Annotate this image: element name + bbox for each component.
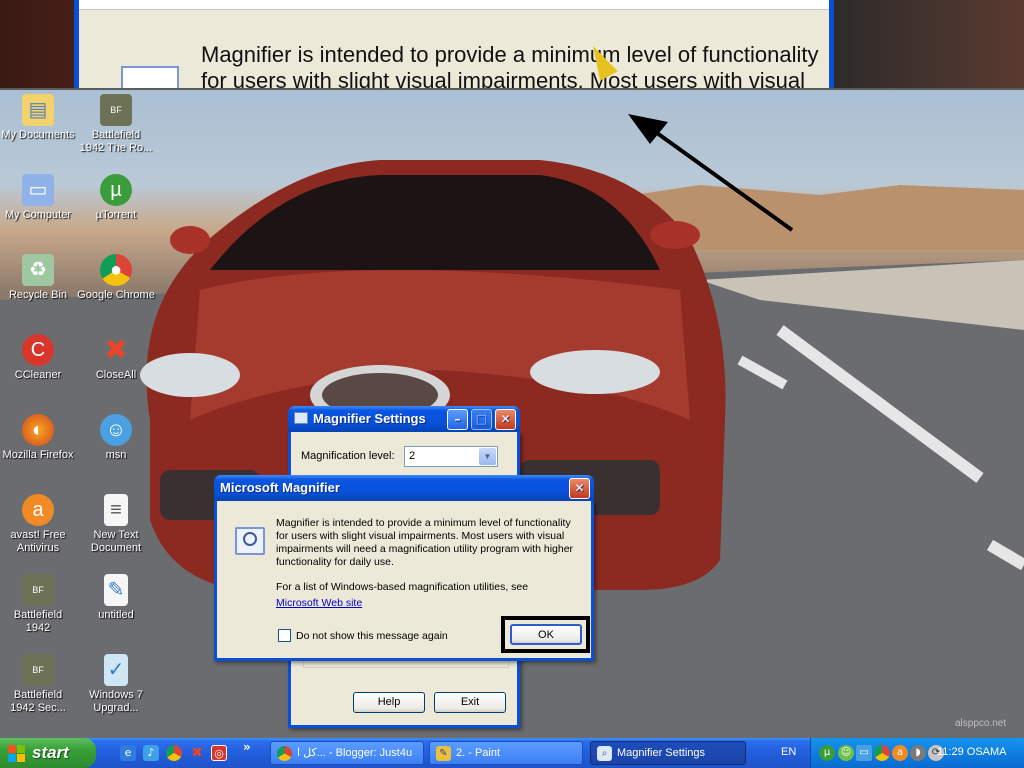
tray-utorrent-icon[interactable]: µ: [819, 745, 835, 761]
desktop-icon-recycle-bin[interactable]: ♻ Recycle Bin: [0, 254, 78, 302]
folder-documents-icon: ▤: [22, 94, 54, 126]
dialog-close-button[interactable]: ✕: [569, 478, 590, 499]
magnification-level-select[interactable]: 2 ▼: [404, 446, 498, 467]
dialog-message-text: Magnifier is intended to provide a minim…: [276, 517, 574, 568]
microsoft-magnifier-dialog: Microsoft Magnifier ✕ Magnifier is inten…: [214, 475, 594, 661]
tray-chrome-icon[interactable]: [874, 745, 890, 761]
magnifier-icon: ⌕: [597, 746, 612, 761]
windows-logo-icon: [8, 745, 25, 762]
battlefield-icon: BF: [22, 654, 54, 686]
dialog-list-text: For a list of Windows-based magnificatio…: [276, 581, 529, 593]
desktop-icon-avast[interactable]: a avast! Free Antivirus: [0, 494, 78, 555]
quicklaunch-media-icon[interactable]: ♪: [143, 745, 159, 761]
taskbar-item-paint[interactable]: ✎ 2. - Paint: [429, 741, 583, 765]
system-tray: µ ☺ ▭ a ◗ ⟳ 11:29 OSAMA: [810, 738, 1024, 768]
desktop-icon-google-chrome[interactable]: ● Google Chrome: [76, 254, 156, 302]
desktop-icon-my-documents[interactable]: ▤ My Documents: [0, 94, 78, 142]
text-document-icon: ≡: [104, 494, 128, 526]
desktop-icon-battlefield-1942[interactable]: BF Battlefield 1942: [0, 574, 78, 635]
recycle-bin-icon: ♻: [22, 254, 54, 286]
quicklaunch-overflow-button[interactable]: »: [243, 740, 251, 754]
desktop-icon-battlefield-road[interactable]: BF Battlefield 1942 The Ro...: [76, 94, 156, 155]
paint-icon: ✎: [436, 746, 451, 761]
battlefield-icon: BF: [100, 94, 132, 126]
minimize-button[interactable]: –: [447, 409, 468, 430]
annotation-arrow-icon: [628, 114, 794, 232]
closeall-icon: ✖: [104, 334, 128, 365]
ok-button[interactable]: OK: [510, 624, 582, 645]
desktop-icon-my-computer[interactable]: ▭ My Computer: [0, 174, 78, 222]
desktop-icon-windows7-upgrade[interactable]: ✓ Windows 7 Upgrad...: [76, 654, 156, 715]
microsoft-web-site-link[interactable]: Microsoft Web site: [276, 597, 362, 610]
dialog-title: Microsoft Magnifier: [220, 480, 340, 495]
taskbar-item-blogger[interactable]: كل ا... - Blogger: Just4u: [270, 741, 424, 765]
desktop-icon-mozilla-firefox[interactable]: ◐ Mozilla Firefox: [0, 414, 78, 462]
start-label: start: [32, 743, 69, 762]
do-not-show-checkbox[interactable]: [278, 629, 291, 642]
window-title: Magnifier Settings: [313, 411, 426, 426]
image-file-icon: ✎: [104, 574, 128, 606]
quicklaunch-closeall-icon[interactable]: ✖: [189, 745, 205, 761]
magnified-text-line-2: for users with slight visual impairments…: [201, 68, 805, 90]
msn-icon: ☺: [100, 414, 132, 446]
chrome-icon: ●: [100, 254, 132, 286]
desktop-icon-untitled[interactable]: ✎ untitled: [76, 574, 156, 622]
tray-msn-icon[interactable]: ☺: [838, 745, 854, 761]
taskbar: start e ♪ ✖ ◎ » كل ا... - Blogger: Just4…: [0, 738, 1024, 768]
desktop-icon-msn[interactable]: ☺ msn: [76, 414, 156, 462]
taskbar-item-magnifier-settings[interactable]: ⌕ Magnifier Settings: [590, 741, 746, 765]
magnifier-info-icon: [235, 527, 265, 555]
do-not-show-label[interactable]: Do not show this message again: [296, 630, 448, 642]
maximize-button[interactable]: □: [471, 409, 492, 430]
magnified-text-line-1: Magnifier is intended to provide a minim…: [201, 42, 819, 67]
ccleaner-icon: C: [22, 334, 54, 366]
windows7-upgrade-icon: ✓: [104, 654, 128, 686]
help-button[interactable]: Help: [353, 692, 425, 713]
utorrent-icon: µ: [100, 174, 132, 206]
wallpaper-watermark: alsppco.net: [955, 718, 1007, 729]
close-button[interactable]: ✕: [495, 409, 516, 430]
quicklaunch-app-icon[interactable]: ◎: [211, 745, 227, 761]
tray-network-icon[interactable]: ▭: [856, 745, 872, 761]
language-indicator[interactable]: EN: [781, 746, 796, 758]
quicklaunch-ie-icon[interactable]: e: [120, 745, 136, 761]
chrome-icon: [277, 746, 292, 761]
dialog-titlebar[interactable]: Microsoft Magnifier ✕: [214, 475, 594, 501]
magnifying-glass-icon: [243, 532, 257, 546]
tray-volume-icon[interactable]: ◗: [910, 745, 926, 761]
clock[interactable]: 11:29 OSAMA: [937, 746, 1007, 758]
tray-avast-icon[interactable]: a: [892, 745, 908, 761]
firefox-icon: ◐: [22, 414, 54, 446]
magnifier-app-icon: [294, 412, 308, 424]
magnification-level-value: 2: [409, 450, 416, 462]
desktop-icon-battlefield-secret[interactable]: BF Battlefield 1942 Sec...: [0, 654, 78, 715]
desktop-icon-ccleaner[interactable]: C CCleaner: [0, 334, 78, 382]
magnification-level-label: Magnification level:: [301, 450, 395, 462]
avast-icon: a: [22, 494, 54, 526]
desktop-icon-closeall[interactable]: ✖ CloseAll: [76, 334, 156, 382]
magnifier-view-pane[interactable]: Magnifier is intended to provide a minim…: [0, 0, 1024, 90]
quicklaunch-chrome-icon[interactable]: [166, 745, 182, 761]
magnified-info-icon: [121, 66, 179, 88]
exit-button[interactable]: Exit: [434, 692, 506, 713]
chevron-down-icon[interactable]: ▼: [479, 448, 496, 465]
magnified-dialog-view: Magnifier is intended to provide a minim…: [74, 0, 834, 90]
magnifier-settings-titlebar[interactable]: Magnifier Settings – □ ✕: [288, 406, 520, 432]
start-button[interactable]: start: [0, 738, 96, 768]
desktop-icon-new-text-document[interactable]: ≡ New Text Document: [76, 494, 156, 555]
computer-icon: ▭: [22, 174, 54, 206]
battlefield-icon: BF: [22, 574, 54, 606]
desktop-icon-utorrent[interactable]: µ µTorrent: [76, 174, 156, 222]
